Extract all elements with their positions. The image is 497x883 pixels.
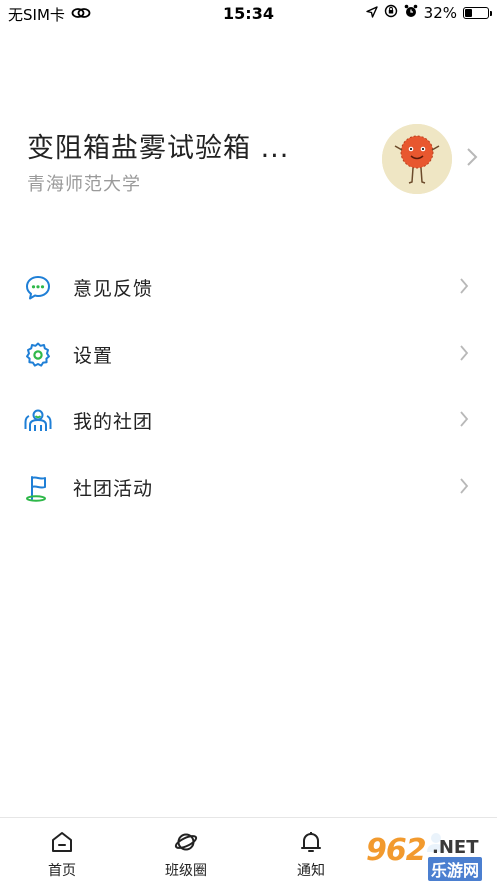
- tab-class-circle[interactable]: 班级圈: [146, 818, 226, 883]
- flag-icon: [24, 474, 52, 502]
- status-right: 32%: [365, 4, 492, 22]
- location-arrow-icon: [365, 4, 378, 22]
- alarm-icon: [404, 4, 418, 22]
- chevron-right-icon: [459, 410, 469, 432]
- menu-item-label: 意见反馈: [73, 278, 154, 300]
- menu-item-settings[interactable]: 设置: [0, 321, 497, 388]
- menu-item-my-clubs[interactable]: 我的社团: [0, 387, 497, 454]
- avatar[interactable]: [382, 124, 452, 194]
- battery-icon: [463, 7, 492, 19]
- menu-item-label: 我的社团: [73, 411, 154, 433]
- club-members-icon: [24, 407, 52, 435]
- menu-item-label: 设置: [73, 344, 114, 367]
- status-bar: 无SIM卡 15:34 32%: [0, 0, 497, 28]
- menu-list: 意见反馈 设置 我的社团 社团活动: [0, 254, 497, 520]
- menu-item-club-activities[interactable]: 社团活动: [0, 454, 497, 521]
- site-watermark: 962 .NET 乐游网: [358, 833, 494, 881]
- bell-icon: [299, 830, 323, 854]
- profile-school: 青海师范大学: [27, 174, 141, 195]
- profile-header[interactable]: 变阻箱盐雾试验箱 ... 青海师范大学: [0, 110, 497, 210]
- battery-percent: 32%: [423, 4, 457, 22]
- profile-screen: 无SIM卡 15:34 32% 变阻箱盐雾试验箱 ... 青海师范大学 意见反馈…: [0, 0, 497, 883]
- home-icon: [50, 830, 74, 854]
- rotation-lock-icon: [384, 4, 398, 22]
- tab-label: 班级圈: [165, 863, 207, 879]
- tab-home[interactable]: 首页: [22, 818, 102, 883]
- tab-notifications[interactable]: 通知: [271, 818, 351, 883]
- chevron-right-icon: [459, 277, 469, 299]
- menu-item-label: 社团活动: [73, 477, 154, 500]
- menu-item-feedback[interactable]: 意见反馈: [0, 254, 497, 321]
- watermark-sub: 乐游网: [428, 857, 483, 881]
- tab-label: 首页: [48, 863, 76, 879]
- gear-icon: [24, 341, 52, 369]
- watermark-net: .NET: [432, 837, 479, 858]
- avatar-cookie-character-icon: [382, 124, 452, 194]
- tab-label: 通知: [297, 863, 325, 879]
- battery-fill: [465, 9, 473, 17]
- feedback-chat-icon: [24, 274, 52, 302]
- profile-chevron-right-icon: [466, 147, 478, 171]
- planet-icon: [174, 830, 198, 854]
- profile-name: 变阻箱盐雾试验箱 ...: [27, 133, 290, 164]
- chevron-right-icon: [459, 477, 469, 499]
- watermark-logo: 962: [366, 833, 427, 868]
- chevron-right-icon: [459, 344, 469, 366]
